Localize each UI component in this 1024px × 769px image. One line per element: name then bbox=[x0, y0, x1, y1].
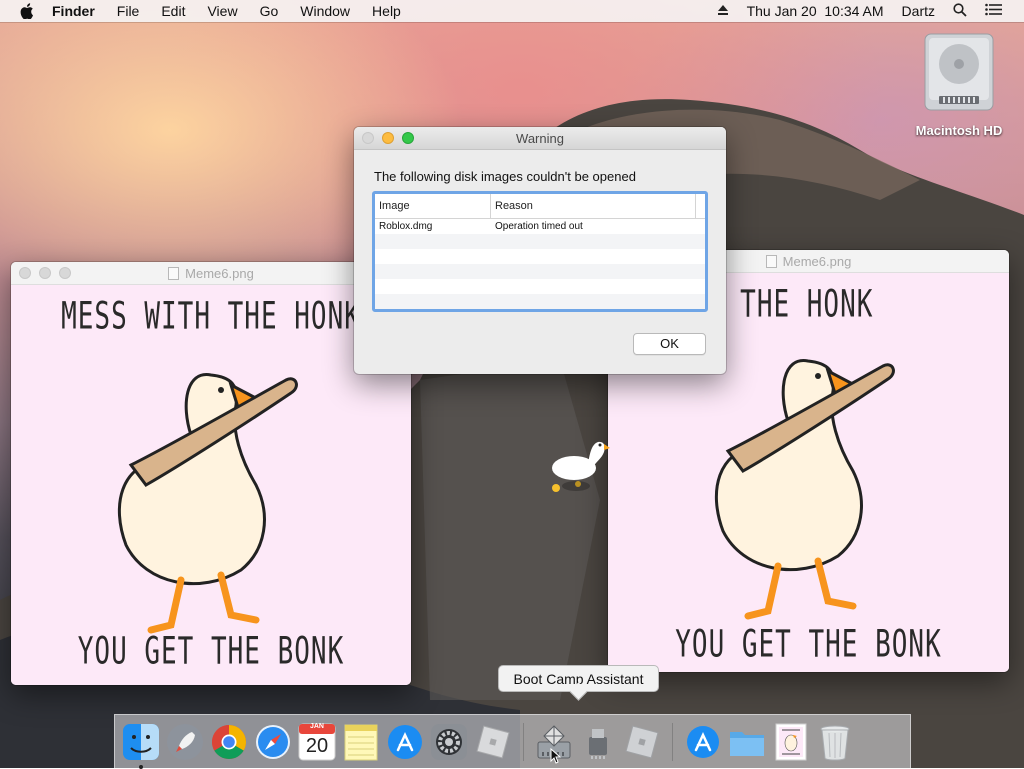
dock-app-store-stack[interactable] bbox=[683, 722, 723, 762]
notes-icon bbox=[344, 724, 378, 760]
menu-finder[interactable]: Finder bbox=[52, 0, 95, 22]
warning-dialog[interactable]: Warning The following disk images couldn… bbox=[354, 127, 726, 374]
window-controls bbox=[362, 132, 422, 144]
roblox-studio-icon bbox=[625, 724, 659, 759]
menubar-user[interactable]: Dartz bbox=[902, 3, 935, 19]
menu-view[interactable]: View bbox=[207, 0, 237, 22]
menu-go[interactable]: Go bbox=[260, 0, 279, 22]
dock-roblox[interactable] bbox=[473, 722, 513, 762]
dock-chrome[interactable] bbox=[209, 722, 249, 762]
app-store-icon bbox=[388, 724, 422, 759]
table-row-empty bbox=[375, 294, 705, 309]
meme-top-text: MESS WITH THE HONK bbox=[61, 295, 361, 339]
disk-image-table[interactable]: Image Reason Roblox.dmg Operation timed … bbox=[372, 191, 708, 312]
dock-separator bbox=[523, 722, 524, 761]
window-title: Meme6.png bbox=[185, 265, 254, 281]
usb-installer-icon bbox=[589, 728, 607, 759]
column-header-spacer bbox=[696, 194, 705, 218]
dock-trash[interactable] bbox=[815, 722, 855, 762]
launchpad-icon bbox=[167, 723, 203, 760]
dock-launchpad[interactable] bbox=[165, 722, 205, 762]
dock-separator bbox=[672, 722, 673, 761]
calendar-month: JAN bbox=[309, 722, 324, 730]
table-header: Image Reason bbox=[375, 194, 705, 219]
dock-notes[interactable] bbox=[341, 722, 381, 762]
dock-app-store[interactable] bbox=[385, 722, 425, 762]
spotlight-search-icon[interactable] bbox=[953, 2, 967, 20]
close-button[interactable] bbox=[362, 132, 374, 144]
macintosh-hd-desktop-icon[interactable]: Macintosh HD bbox=[904, 30, 1014, 138]
dialog-title: Warning bbox=[516, 130, 564, 146]
menu-bar: Finder File Edit View Go Window Help Thu… bbox=[0, 0, 1024, 22]
menu-edit[interactable]: Edit bbox=[161, 0, 185, 22]
close-button[interactable] bbox=[19, 267, 31, 279]
zoom-button[interactable] bbox=[59, 267, 71, 279]
safari-icon bbox=[256, 724, 290, 759]
menubar-clock[interactable]: Thu Jan 20 10:34 AM bbox=[747, 3, 884, 19]
eject-icon[interactable] bbox=[717, 3, 729, 19]
dock-calendar[interactable]: JAN 20 bbox=[297, 722, 337, 762]
apple-icon[interactable] bbox=[16, 0, 38, 22]
trash-icon bbox=[820, 725, 850, 761]
desktop-goose-icon[interactable] bbox=[548, 436, 610, 496]
column-header-reason[interactable]: Reason bbox=[491, 194, 696, 218]
dialog-titlebar[interactable]: Warning bbox=[354, 127, 726, 150]
hard-drive-icon bbox=[924, 33, 994, 111]
zoom-button[interactable] bbox=[402, 132, 414, 144]
chrome-icon bbox=[212, 724, 246, 759]
meme-window-left[interactable]: Meme6.png MESS WITH THE HONK YOU GET THE… bbox=[11, 262, 411, 685]
titlebar[interactable]: Meme6.png bbox=[11, 262, 411, 285]
macintosh-hd-label: Macintosh HD bbox=[915, 123, 1003, 138]
meme-bottom-text: YOU GET THE BONK bbox=[675, 623, 942, 667]
dock-roblox-studio[interactable] bbox=[622, 722, 662, 762]
dock-folder-stack[interactable] bbox=[727, 722, 767, 762]
menu-window[interactable]: Window bbox=[300, 0, 350, 22]
dialog-message: The following disk images couldn't be op… bbox=[374, 169, 636, 184]
ok-button[interactable]: OK bbox=[633, 333, 706, 355]
cell-reason: Operation timed out bbox=[495, 221, 583, 232]
goose-illustration bbox=[118, 373, 298, 634]
roblox-icon bbox=[476, 724, 510, 759]
dock-tooltip: Boot Camp Assistant bbox=[498, 665, 659, 692]
dock-usb-installer[interactable] bbox=[578, 722, 618, 762]
table-row-empty bbox=[375, 279, 705, 294]
window-title: Meme6.png bbox=[782, 253, 852, 269]
table-row-empty bbox=[375, 234, 705, 249]
table-row-empty bbox=[375, 249, 705, 264]
menu-help[interactable]: Help bbox=[372, 0, 401, 22]
menu-file[interactable]: File bbox=[117, 0, 140, 22]
document-icon bbox=[168, 266, 180, 280]
dock-boot-camp-assistant[interactable] bbox=[534, 722, 574, 764]
dock-meme-image[interactable] bbox=[771, 722, 811, 762]
notification-center-icon[interactable] bbox=[985, 3, 1002, 19]
finder-icon bbox=[123, 723, 159, 760]
meme-bottom-text: YOU GET THE BONK bbox=[77, 630, 345, 674]
calendar-day: 20 bbox=[305, 734, 329, 757]
dock-system-preferences[interactable] bbox=[429, 722, 469, 762]
table-row[interactable]: Roblox.dmg Operation timed out bbox=[375, 219, 705, 234]
table-row-empty bbox=[375, 264, 705, 279]
cell-image: Roblox.dmg bbox=[379, 221, 433, 232]
minimize-button[interactable] bbox=[382, 132, 394, 144]
meme-image: MESS WITH THE HONK YOU GET THE BONK bbox=[11, 285, 411, 685]
mouse-cursor-icon bbox=[550, 747, 562, 764]
window-controls bbox=[19, 267, 79, 279]
app-store-folder-icon bbox=[687, 725, 719, 758]
folder-icon bbox=[730, 731, 764, 756]
dock: JAN 20 bbox=[114, 714, 911, 769]
column-header-image[interactable]: Image bbox=[375, 194, 491, 218]
minimize-button[interactable] bbox=[39, 267, 51, 279]
system-preferences-icon bbox=[431, 723, 467, 760]
dock-finder[interactable] bbox=[121, 722, 161, 769]
document-icon bbox=[765, 254, 777, 268]
dock-safari[interactable] bbox=[253, 722, 293, 762]
meme-image-icon bbox=[775, 723, 807, 760]
